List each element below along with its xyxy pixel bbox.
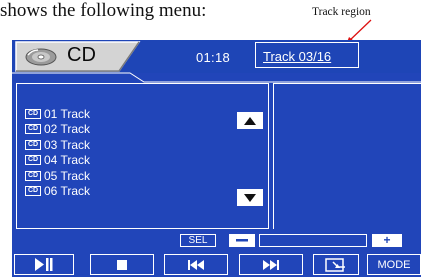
cd-chip-icon: CD (25, 170, 41, 181)
track-list-item[interactable]: CD 01 Track (25, 106, 90, 122)
previous-track-icon (188, 259, 204, 270)
title-bar: CD 01:18 Track 03/16 (12, 40, 421, 73)
mode-button[interactable]: MODE (367, 254, 421, 275)
track-name: 05 Track (44, 168, 91, 183)
caption-text: shows the following menu: (0, 0, 207, 21)
return-button[interactable] (313, 254, 359, 275)
sel-button[interactable]: SEL (180, 234, 216, 247)
stop-button[interactable] (90, 254, 154, 275)
cd-chip-icon: CD (25, 108, 41, 119)
mode-label: MODE (377, 258, 411, 271)
cd-chip-icon: CD (25, 186, 41, 197)
triangle-up-icon (244, 116, 256, 125)
track-name: 02 Track (44, 122, 91, 137)
track-list-panel: CD 01 Track CD 02 Track CD 03 Track CD 0… (16, 83, 269, 229)
level-bar[interactable] (259, 234, 367, 247)
elapsed-time: 01:18 (196, 50, 231, 65)
disc-icon (25, 48, 57, 66)
triangle-down-icon (244, 193, 256, 202)
track-indicator: Track 03/16 (263, 49, 332, 64)
track-list-item[interactable]: CD 05 Track (25, 168, 90, 184)
next-track-icon (263, 259, 279, 270)
minus-icon (236, 239, 248, 242)
cd-chip-icon: CD (25, 155, 41, 166)
next-track-button[interactable] (239, 254, 303, 275)
track-list: CD 01 Track CD 02 Track CD 03 Track CD 0… (25, 106, 90, 199)
scroll-down-button[interactable] (237, 189, 263, 206)
track-region-callout: Track region (312, 6, 371, 18)
play-pause-button[interactable] (14, 254, 74, 275)
return-icon (325, 257, 345, 272)
stop-icon (117, 259, 127, 270)
track-name: 03 Track (44, 137, 91, 152)
control-row: MODE (12, 252, 421, 277)
scroll-up-button[interactable] (237, 112, 263, 129)
track-list-item[interactable]: CD 06 Track (25, 184, 90, 200)
track-name: 06 Track (44, 184, 91, 199)
cd-player-screen: CD 01:18 Track 03/16 CD 01 Track CD 02 T… (12, 40, 421, 277)
track-list-item[interactable]: CD 03 Track (25, 137, 90, 153)
cd-chip-icon: CD (25, 139, 41, 150)
adjust-row: SEL + (12, 233, 421, 247)
track-name: 04 Track (44, 153, 91, 168)
previous-track-button[interactable] (164, 254, 228, 275)
track-name: 01 Track (44, 106, 91, 121)
plus-button[interactable]: + (372, 234, 402, 247)
track-list-item[interactable]: CD 04 Track (25, 153, 90, 169)
cd-chip-icon: CD (25, 124, 41, 135)
cd-source-tab[interactable]: CD (15, 41, 141, 72)
header-divider (12, 72, 421, 83)
track-region: Track 03/16 (255, 42, 359, 68)
source-label: CD (67, 44, 96, 66)
track-list-item[interactable]: CD 02 Track (25, 122, 90, 138)
info-panel (273, 83, 421, 229)
minus-button[interactable] (229, 234, 255, 247)
play-pause-icon (35, 258, 53, 271)
